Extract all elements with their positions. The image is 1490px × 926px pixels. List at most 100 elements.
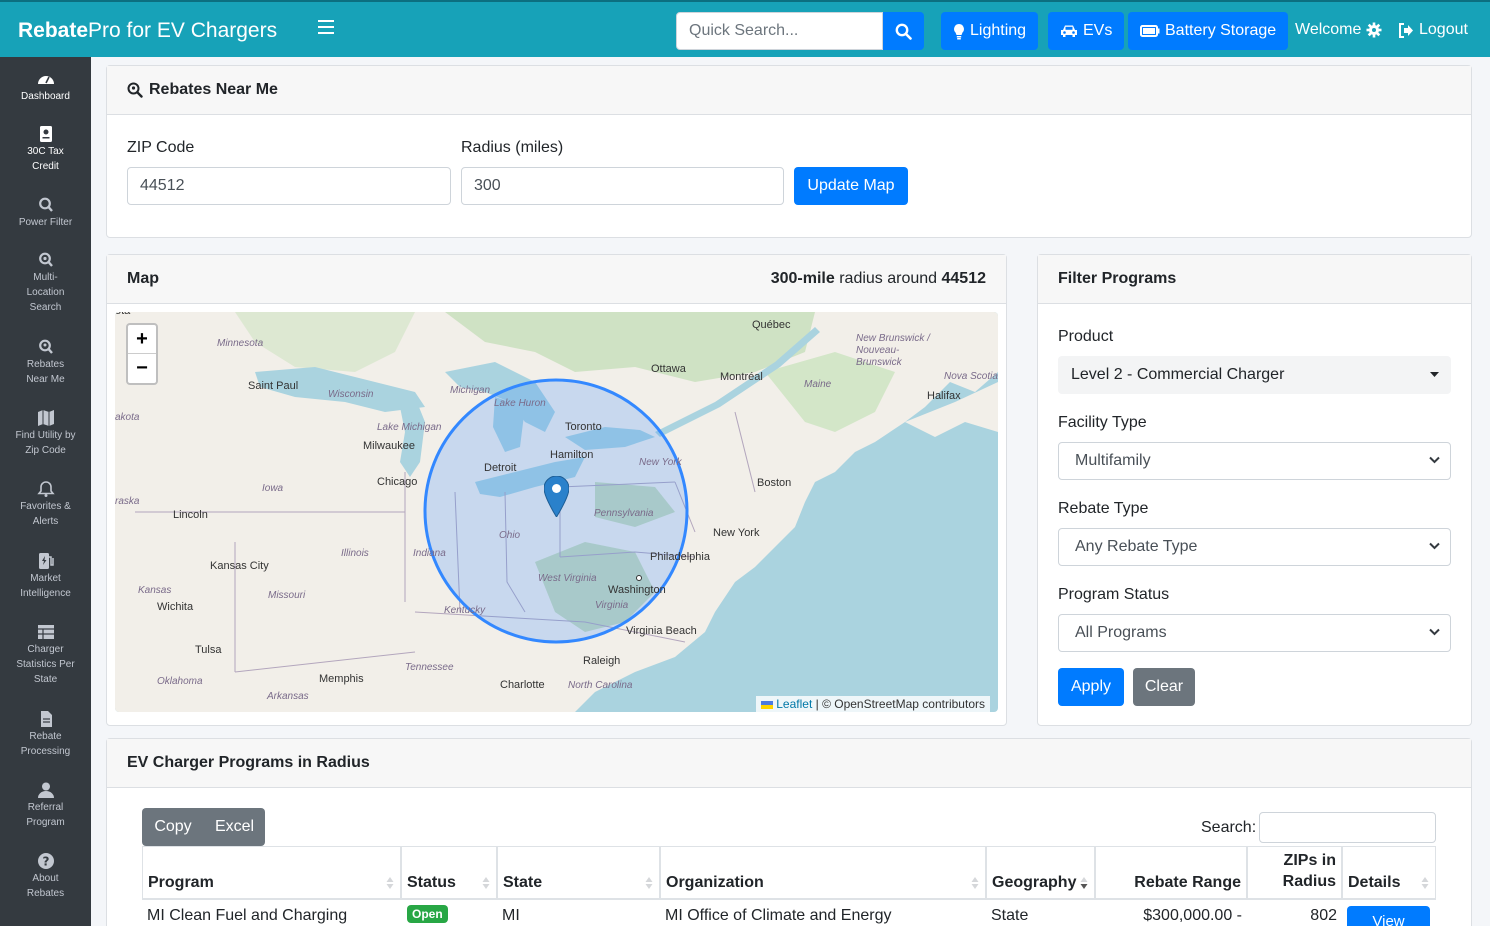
brand-logo[interactable]: RebatePro for EV Chargers xyxy=(18,19,277,43)
zoom-out-button[interactable]: − xyxy=(128,354,156,383)
search-plus-icon xyxy=(38,252,53,267)
zoom-in-button[interactable]: + xyxy=(128,325,156,354)
table-icon xyxy=(37,625,54,639)
apply-button[interactable]: Apply xyxy=(1058,668,1124,706)
gauge-icon xyxy=(37,76,54,84)
column-header-rebate-range[interactable]: Rebate Range xyxy=(1095,846,1247,900)
location-marker-icon[interactable] xyxy=(544,476,569,517)
card-header: EV Charger Programs in Radius xyxy=(107,739,1471,788)
lightbulb-icon xyxy=(954,23,964,39)
zips-cell: 802 xyxy=(1310,907,1337,924)
sidebar-item-market-intelligence[interactable]: Market Intelligence xyxy=(0,553,91,601)
card-title: Rebates Near Me xyxy=(149,81,278,98)
column-header-organization[interactable]: Organization xyxy=(660,846,986,900)
column-header-program[interactable]: Program xyxy=(142,846,401,900)
quick-search-input[interactable] xyxy=(676,12,883,50)
facility-type-select[interactable]: Multifamily xyxy=(1058,442,1451,480)
document-icon xyxy=(39,126,52,142)
gear-icon xyxy=(1366,22,1382,38)
sidebar-item-favorites-alerts[interactable]: Favorites & Alerts xyxy=(0,481,91,529)
sidebar-item-rebate-processing[interactable]: Rebate Processing xyxy=(0,711,91,759)
ukraine-flag-icon xyxy=(760,701,773,709)
question-icon: ? xyxy=(37,853,54,869)
charging-station-icon xyxy=(38,553,54,569)
radius-label: Radius (miles) xyxy=(461,139,564,156)
card-header: Map 300-mile radius around 44512 xyxy=(107,255,1006,304)
map-icon xyxy=(37,410,54,426)
sidebar-item-referral-program[interactable]: Referral Program xyxy=(0,782,91,830)
update-map-button[interactable]: Update Map xyxy=(794,167,908,205)
sort-icon xyxy=(386,877,394,889)
sidebar-item-power-filter[interactable]: Power Filter xyxy=(0,197,91,230)
table-search-input[interactable] xyxy=(1259,812,1436,843)
rebates-near-me-card: Rebates Near Me xyxy=(106,65,1472,238)
sidebar-item-rebates-near-me[interactable]: Rebates Near Me xyxy=(0,339,91,387)
state-cell: MI xyxy=(502,907,520,924)
view-details-button[interactable]: View xyxy=(1347,906,1430,926)
table-search-label: Search: xyxy=(1201,819,1257,836)
column-header-details[interactable]: Details xyxy=(1342,846,1436,900)
sidebar-item-about-rebates[interactable]: ? About Rebates xyxy=(0,853,91,901)
sidebar: Dashboard 30C Tax Credit Power Filter Mu… xyxy=(0,57,91,926)
product-select[interactable]: Level 2 - Commercial Charger xyxy=(1058,356,1451,394)
copy-button[interactable]: Copy xyxy=(142,808,204,846)
sign-out-icon xyxy=(1399,22,1413,38)
excel-button[interactable]: Excel xyxy=(204,808,265,846)
search-icon xyxy=(38,197,53,212)
sidebar-item-dashboard[interactable]: Dashboard xyxy=(0,71,91,104)
card-header: Filter Programs xyxy=(1038,255,1471,304)
battery-storage-button[interactable]: Battery Storage xyxy=(1128,12,1289,50)
sidebar-item-multi-location-search[interactable]: Multi-Location Search xyxy=(0,252,91,315)
map-attribution: Leaflet | © OpenStreetMap contributors xyxy=(755,696,990,712)
zip-code-input[interactable]: 44512 xyxy=(127,167,451,205)
column-header-state[interactable]: State xyxy=(497,846,660,900)
evs-button[interactable]: EVs xyxy=(1048,12,1125,50)
svg-text:?: ? xyxy=(42,855,49,869)
search-icon xyxy=(895,23,912,40)
organization-cell: MI Office of Climate and Energy xyxy=(665,907,892,924)
caret-down-icon xyxy=(1430,372,1439,377)
logout-link[interactable]: Logout xyxy=(1398,21,1468,39)
column-header-zips-in-radius[interactable]: ZIPs in Radius xyxy=(1247,846,1342,900)
zip-label: ZIP Code xyxy=(127,139,195,156)
rebate-range-cell: $300,000.00 - xyxy=(1143,907,1242,924)
welcome-settings-link[interactable]: Welcome xyxy=(1295,21,1382,39)
sidebar-item-charger-statistics[interactable]: Charger Statistics Per State xyxy=(0,624,91,687)
card-title: Map xyxy=(127,270,159,287)
leaflet-map[interactable]: Québec Minnesota New Brunswick / Nouveau… xyxy=(115,312,998,712)
leaflet-link[interactable]: Leaflet xyxy=(776,697,812,711)
sort-icon xyxy=(971,877,979,889)
search-location-icon xyxy=(127,82,143,98)
card-title: Filter Programs xyxy=(1058,270,1177,287)
column-header-status[interactable]: Status xyxy=(401,846,497,900)
sort-icon xyxy=(482,877,490,889)
rebate-type-select[interactable]: Any Rebate Type xyxy=(1058,528,1451,566)
city-dot xyxy=(636,575,642,581)
card-title: EV Charger Programs in Radius xyxy=(127,754,370,771)
map-radius-summary: 300-mile radius around 44512 xyxy=(770,270,986,287)
battery-icon xyxy=(1140,25,1160,37)
bell-icon xyxy=(36,481,55,497)
chevron-down-icon xyxy=(1429,628,1440,636)
lighting-button[interactable]: Lighting xyxy=(941,12,1039,50)
search-location-icon xyxy=(38,339,53,354)
sidebar-item-find-utility[interactable]: Find Utility by Zip Code xyxy=(0,410,91,458)
card-header: Rebates Near Me xyxy=(107,66,1471,115)
search-button[interactable] xyxy=(883,12,924,50)
status-badge: Open xyxy=(401,905,448,923)
facility-type-label: Facility Type xyxy=(1058,414,1147,431)
column-header-geography[interactable]: Geography xyxy=(986,846,1095,900)
product-label: Product xyxy=(1058,328,1114,345)
chevron-down-icon xyxy=(1429,456,1440,464)
rebate-type-label: Rebate Type xyxy=(1058,500,1149,517)
sidebar-item-30c-tax-credit[interactable]: 30C Tax Credit xyxy=(0,126,91,174)
sort-icon xyxy=(1421,877,1429,889)
top-navbar: RebatePro for EV Chargers Lighting EVs B… xyxy=(0,0,1490,57)
clear-button[interactable]: Clear xyxy=(1133,668,1195,706)
chevron-down-icon xyxy=(1429,542,1440,550)
car-icon xyxy=(1061,25,1077,37)
program-status-select[interactable]: All Programs xyxy=(1058,614,1451,652)
radius-input[interactable]: 300 xyxy=(461,167,784,205)
program-status-label: Program Status xyxy=(1058,586,1170,603)
menu-toggle-icon[interactable] xyxy=(318,20,334,34)
